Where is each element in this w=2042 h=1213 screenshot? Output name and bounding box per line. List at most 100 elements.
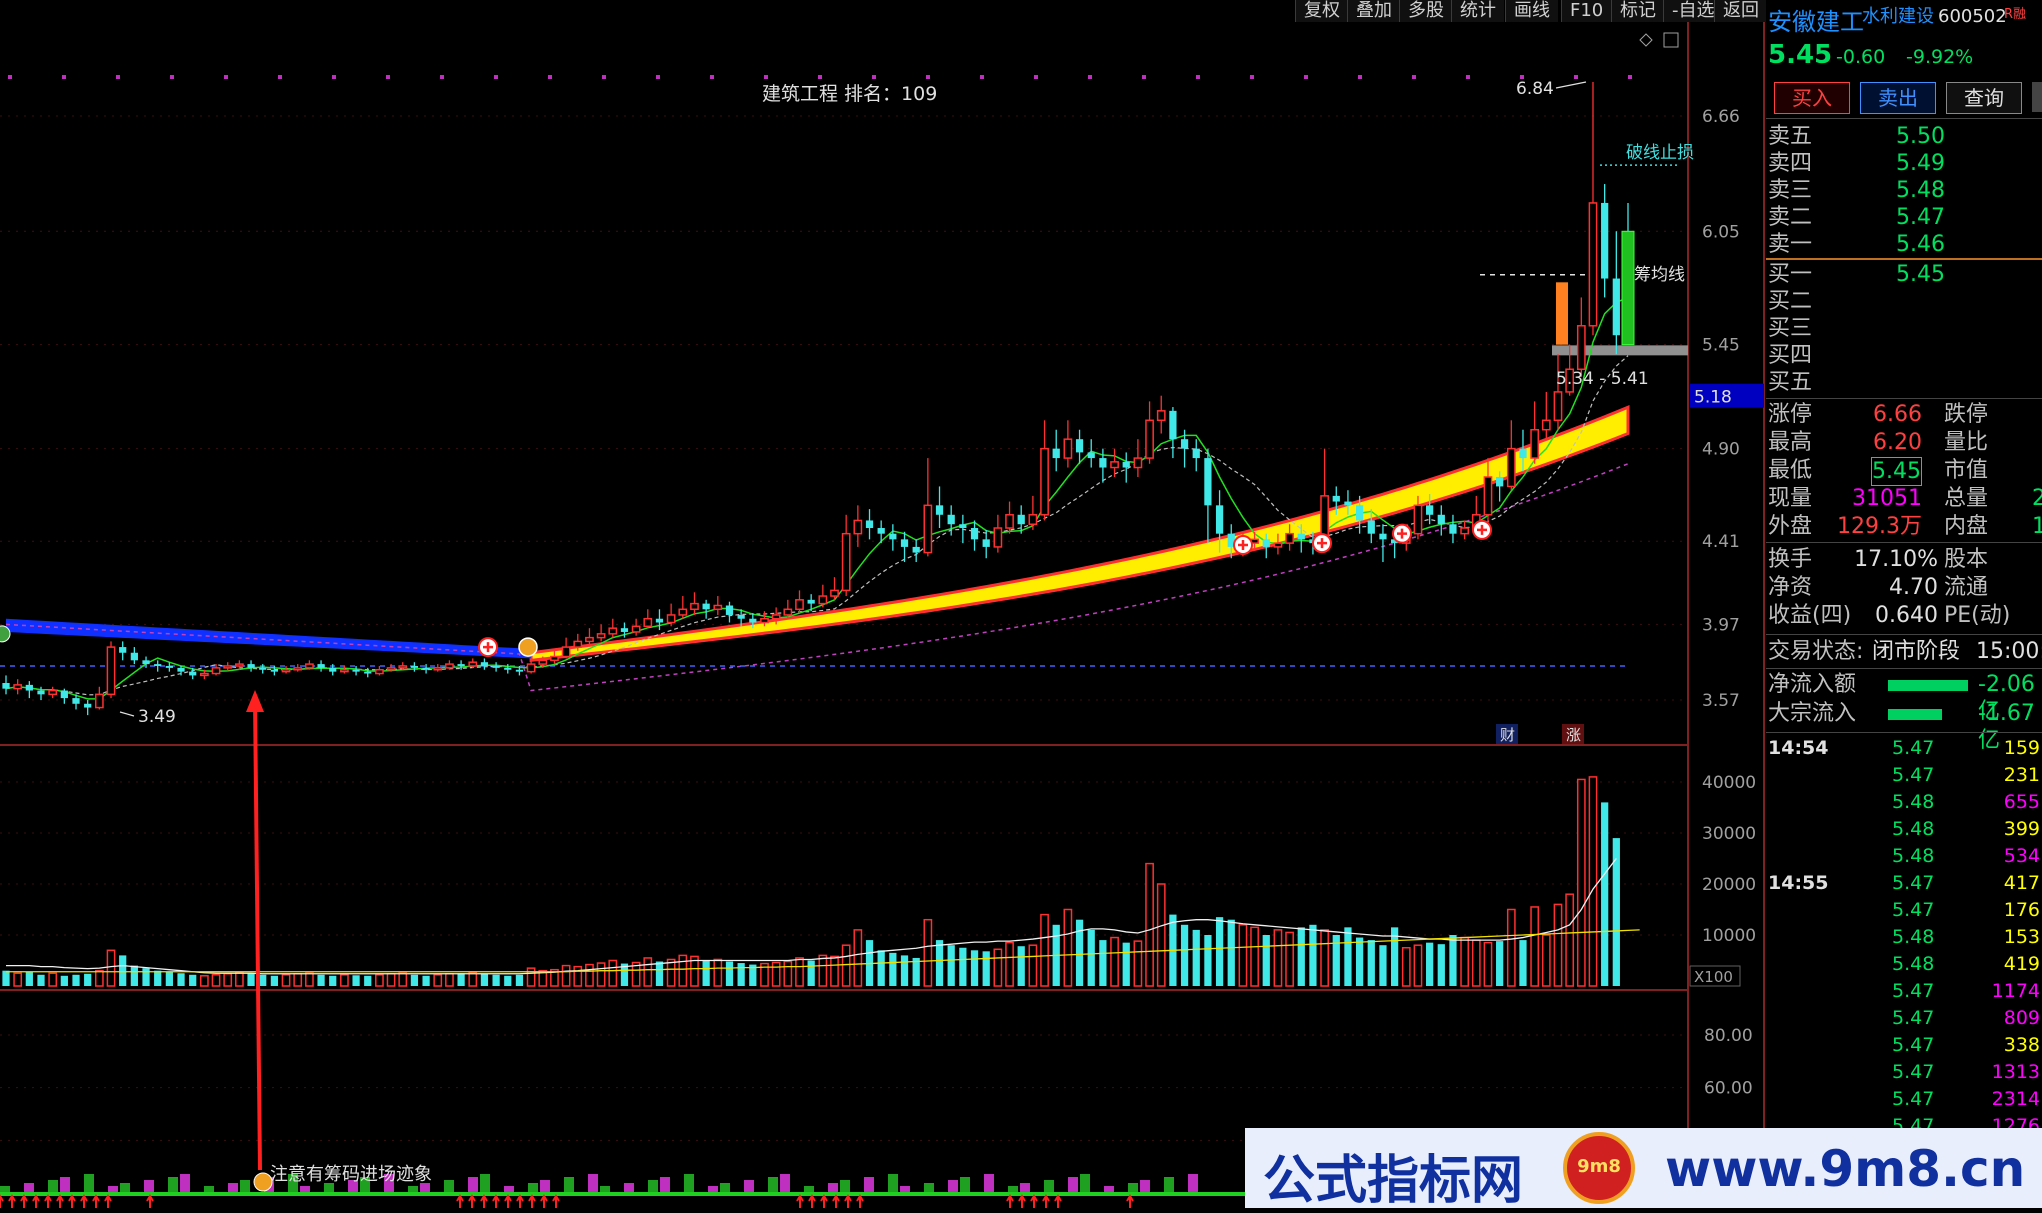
tick-row: 5.47 809	[1766, 1005, 2042, 1032]
candle-body	[1297, 533, 1305, 540]
volume-bar	[1320, 929, 1329, 987]
tick-price: 5.47	[1892, 1061, 1935, 1083]
up-arrow-icon	[68, 1194, 76, 1208]
volume-bar	[94, 969, 104, 987]
signal-dot	[1250, 75, 1254, 79]
candle-body	[923, 504, 933, 554]
candle-body	[1413, 504, 1423, 535]
volume-bar	[1156, 883, 1166, 987]
price-axis-label: 3.97	[1702, 615, 1740, 635]
candle-body	[1553, 391, 1563, 422]
tick-volume: 534	[2003, 845, 2040, 867]
tick-price: 5.48	[1892, 818, 1935, 840]
stat2-row-1: 换手 17.10% 股本	[1766, 546, 2042, 573]
osc-segment	[900, 1186, 910, 1192]
candle-body	[783, 608, 793, 616]
toolbar-9[interactable]: 返回	[1714, 0, 1767, 22]
candle-body	[526, 663, 536, 673]
osc-segment	[108, 1186, 118, 1192]
stat2-value: 4.70	[1889, 575, 1938, 600]
sell-button[interactable]: 卖出	[1860, 82, 1936, 114]
volume-bar	[783, 960, 793, 987]
panel-scroll-handle[interactable]	[2032, 82, 2042, 112]
volume-bar	[1530, 906, 1540, 987]
signal-dot	[548, 75, 552, 79]
buy-button[interactable]: 买入	[1774, 82, 1850, 114]
ask-level-5: 卖五 5.50	[1766, 123, 2042, 150]
candle-body	[84, 703, 92, 708]
chip-avg-label: 筹均线	[1634, 265, 1685, 285]
tick-row: 5.48 655	[1766, 789, 2042, 816]
toolbar-7[interactable]: 标记	[1611, 0, 1664, 22]
candle-body	[771, 614, 781, 620]
candle	[666, 603, 676, 627]
candle-body	[1145, 419, 1154, 459]
candle-body	[1273, 542, 1283, 548]
volume-bar	[1483, 941, 1493, 987]
chart-canvas[interactable]: 6.66 6.05 5.45 4.90 4.41 3.97 3.57 5.18 建筑工程 排名：…	[0, 0, 2042, 1208]
window-icon[interactable]	[1663, 32, 1679, 48]
tick-price: 5.48	[1892, 926, 1935, 948]
volume-bar	[189, 974, 197, 986]
candle-body	[760, 617, 769, 624]
signal-dot	[116, 75, 120, 79]
candle-body	[1460, 527, 1470, 535]
volume-bar	[1017, 946, 1025, 986]
candle-body	[130, 652, 138, 661]
kline-chart-window[interactable]: 6.66 6.05 5.45 4.90 4.41 3.97 3.57 5.18 建筑工程 排名：…	[0, 0, 2042, 1208]
diamond-icon[interactable]	[1639, 33, 1653, 47]
osc-segment	[300, 1186, 310, 1192]
candle	[1204, 448, 1212, 544]
stat-label: 涨停	[1768, 402, 1813, 427]
toolbar-5[interactable]: 画线	[1505, 0, 1558, 22]
candle-body	[573, 640, 583, 648]
candle-body	[1110, 461, 1119, 469]
osc-segment	[540, 1180, 550, 1192]
osc-segment	[444, 1180, 454, 1192]
toolbar-4[interactable]: 统计	[1451, 0, 1504, 22]
osc-segment	[720, 1183, 730, 1192]
candle	[480, 658, 489, 670]
stat-label: 外盘	[1768, 514, 1813, 539]
candle-body	[1437, 514, 1445, 525]
candle-body	[364, 671, 372, 674]
volume-bar	[818, 954, 828, 987]
volume-bar	[702, 960, 710, 986]
candle-body	[480, 662, 489, 666]
osc-segment	[744, 1180, 754, 1192]
volume-bar	[1040, 913, 1049, 987]
candle	[818, 584, 828, 608]
volume-axis-label: 40000	[1702, 773, 1756, 793]
candle-body	[504, 667, 512, 670]
candle-body	[1541, 419, 1551, 431]
signal-dot	[278, 75, 282, 79]
osc-segment	[1128, 1183, 1138, 1192]
margin-flag: R融	[2004, 7, 2027, 22]
osc-segment	[228, 1183, 238, 1192]
stat2-label: 净资	[1768, 575, 1813, 600]
volume-bar	[678, 954, 688, 987]
flow-row-1: 净流入额 -2.06亿	[1766, 671, 2042, 724]
volume-bar	[1553, 903, 1563, 987]
osc-segment	[144, 1180, 154, 1192]
up-arrow-icon	[1030, 1194, 1038, 1208]
tick-volume: 809	[2003, 1007, 2040, 1029]
volume-bar	[305, 972, 314, 987]
toolbar-6[interactable]: F10	[1561, 0, 1612, 22]
tick-row: 5.48 153	[1766, 924, 2042, 951]
osc-segment	[648, 1180, 658, 1192]
osc-segment	[768, 1177, 778, 1192]
candle	[247, 660, 255, 672]
bid-level-1-label: 买一	[1768, 262, 1813, 287]
candle	[830, 577, 839, 600]
toolbar-1[interactable]: 复权	[1295, 0, 1348, 22]
volume-bar	[410, 974, 419, 986]
stat-value-2: 1	[2032, 514, 2042, 539]
query-button[interactable]: 查询	[1946, 82, 2022, 114]
bid-level-2: 买二	[1766, 288, 2042, 315]
volume-bar	[1576, 778, 1586, 987]
up-arrow-icon	[56, 1194, 64, 1208]
toolbar-2[interactable]: 叠加	[1347, 0, 1400, 22]
tick-row: 5.47 1313	[1766, 1059, 2042, 1086]
toolbar-3[interactable]: 多股	[1399, 0, 1452, 22]
